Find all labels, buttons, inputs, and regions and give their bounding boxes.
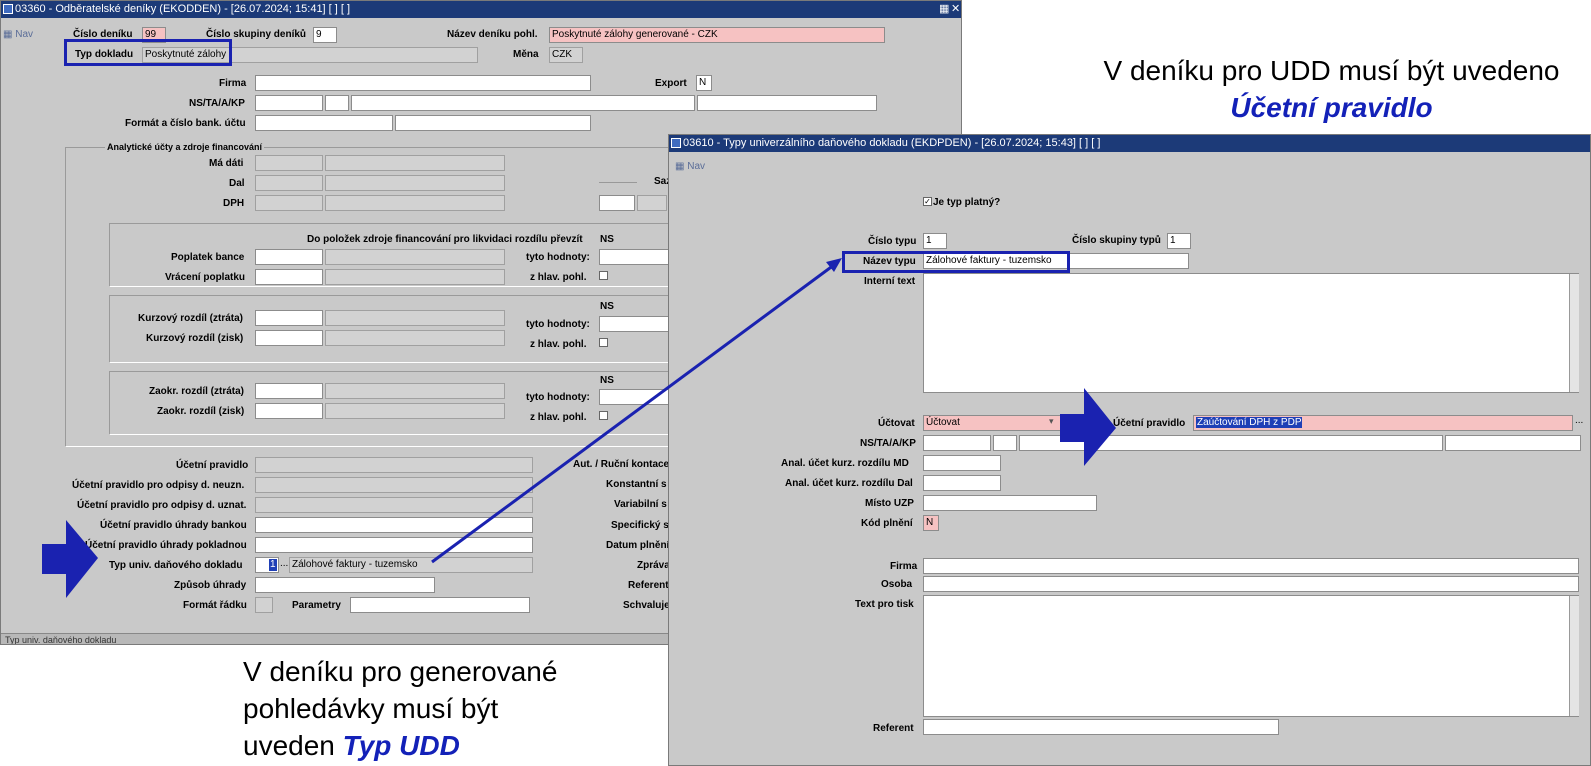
- bottom-annotation: V deníku pro generované pohledávky musí …: [243, 653, 557, 764]
- connector-arrow-icon: [431, 260, 839, 564]
- arrow-right-icon: [1060, 388, 1116, 466]
- bottom-annotation-line1: V deníku pro generované: [243, 656, 558, 687]
- top-annotation-emph: Účetní pravidlo: [1230, 92, 1433, 123]
- bottom-annotation-line3: uveden: [243, 730, 335, 761]
- bottom-annotation-emph: Typ UDD: [342, 730, 460, 761]
- top-annotation: V deníku pro UDD musí být uvedeno Účetní…: [1072, 52, 1591, 126]
- arrow-right-icon: [42, 520, 98, 598]
- bottom-annotation-line2: pohledávky musí být: [243, 693, 499, 724]
- top-annotation-line1: V deníku pro UDD musí být uvedeno: [1103, 55, 1560, 86]
